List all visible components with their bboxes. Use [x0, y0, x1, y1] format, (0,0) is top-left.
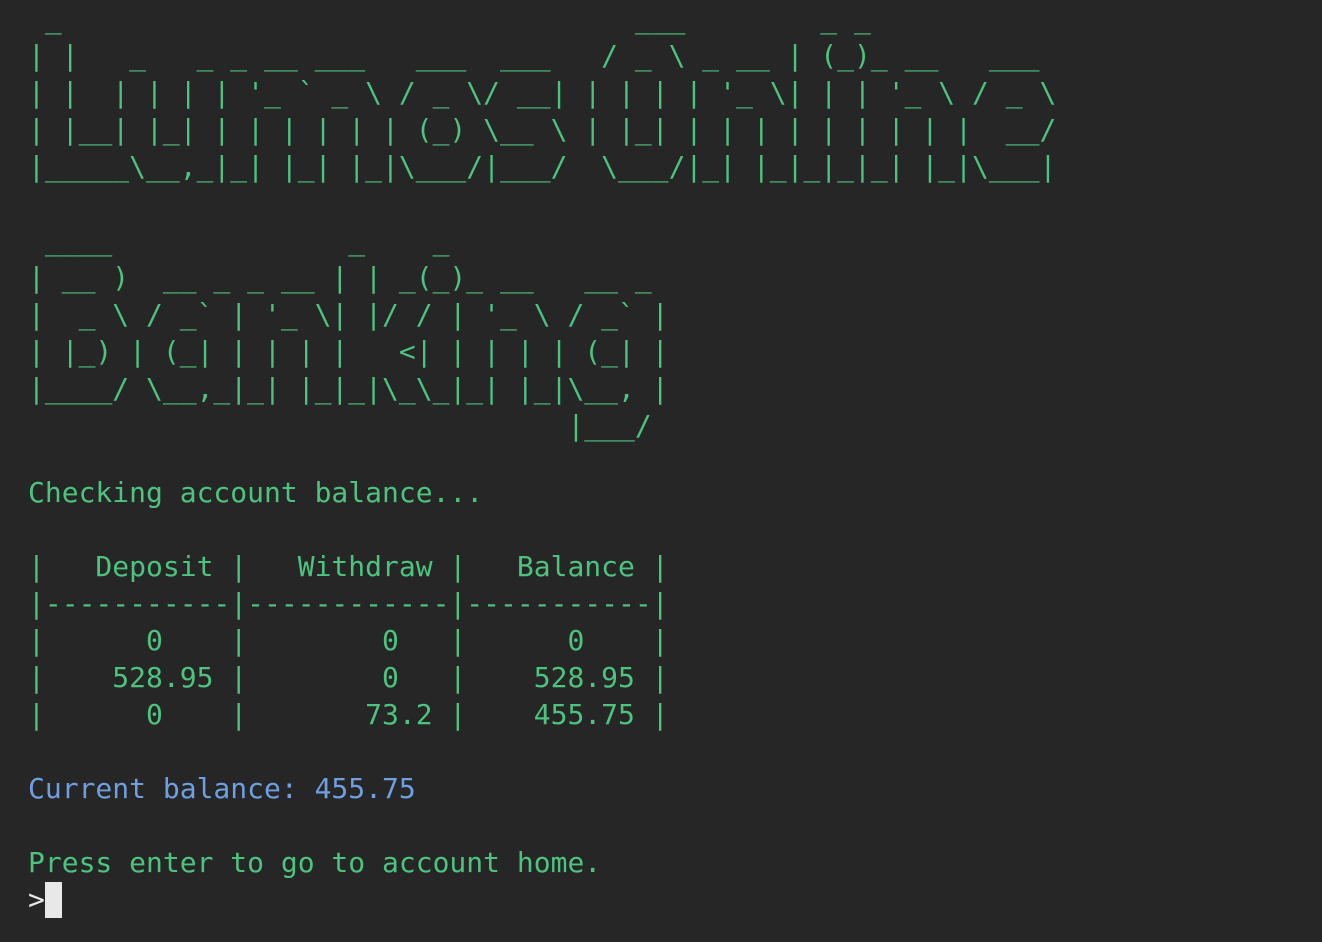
prompt-message: Press enter to go to account home.: [28, 846, 602, 879]
text-cursor[interactable]: [44, 881, 62, 918]
transaction-table: | Deposit | Withdraw | Balance | |------…: [28, 550, 669, 731]
banner-ascii-art: _ ___ _ _ | | _ _ _ __ ___ ___ ___ / _ \…: [28, 2, 1057, 442]
status-message: Checking account balance...: [28, 476, 484, 509]
input-line[interactable]: >: [28, 881, 62, 918]
prompt-symbol: >: [28, 883, 45, 916]
current-balance: Current balance: 455.75: [28, 772, 416, 805]
terminal-window[interactable]: _ ___ _ _ | | _ _ _ __ ___ ___ ___ / _ \…: [0, 0, 1322, 942]
